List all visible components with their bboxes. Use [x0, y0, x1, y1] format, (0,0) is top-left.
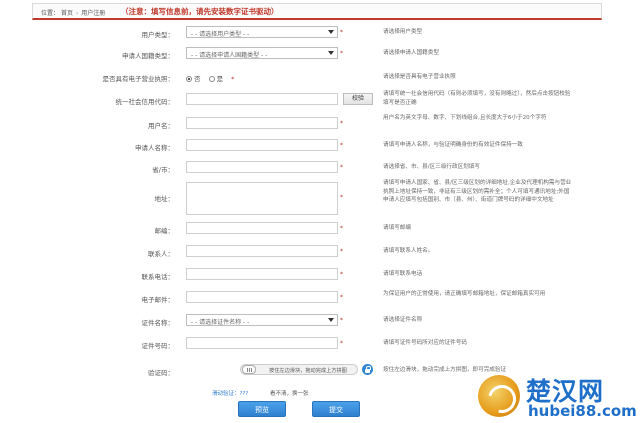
- phone-hint: 请填写联系电话: [383, 271, 423, 277]
- contact-input[interactable]: [186, 245, 338, 257]
- credit-code-input[interactable]: [186, 93, 338, 105]
- user-type-label: 用户类型：: [141, 31, 175, 39]
- username-input[interactable]: [186, 117, 338, 129]
- username-hint: 用户名为英文字母、数字、下划线组合,且长度大于6小于20个字符: [383, 115, 547, 121]
- e-license-option-yes[interactable]: 是: [208, 75, 224, 83]
- required-mark: *: [340, 50, 343, 57]
- contact-label: 联系人：: [148, 250, 174, 258]
- required-mark: *: [340, 248, 343, 255]
- nationality-value: - - 请选择申请人国籍类型 - -: [191, 52, 268, 59]
- breadcrumb: 位置： 首页 › 用户注册: [41, 8, 105, 17]
- watermark-url: hubei88.com: [528, 402, 637, 420]
- credit-code-label: 统一社会信用代码：: [115, 98, 175, 106]
- required-mark: *: [340, 194, 343, 201]
- e-license-radio-group: 否 是 *: [186, 73, 234, 83]
- nationality-hint: 请选择申请人国籍类型: [383, 50, 439, 56]
- required-mark: *: [340, 225, 343, 232]
- cert-name-value: - - 请选择证件名称 - -: [191, 319, 250, 326]
- required-mark: *: [340, 294, 343, 301]
- email-hint: 为保证用户的正常使用，请正确填写邮箱地址，保证邮箱真实可用: [383, 291, 546, 297]
- refresh-captcha-link[interactable]: 看不清，换一张: [270, 389, 309, 397]
- verify-credit-code-button[interactable]: 校验: [343, 93, 373, 105]
- user-type-value: - - 请选择用户类型 - -: [191, 31, 250, 38]
- breadcrumb-current: 用户注册: [81, 10, 106, 17]
- submit-button[interactable]: 提交: [312, 401, 360, 417]
- required-mark: *: [231, 75, 235, 83]
- preview-button[interactable]: 预览: [238, 401, 286, 417]
- required-mark: *: [340, 340, 343, 347]
- chevron-down-icon: [328, 51, 334, 55]
- breadcrumb-home-link[interactable]: 首页: [61, 10, 73, 17]
- slider-handle[interactable]: [242, 365, 256, 374]
- breadcrumb-separator: ›: [75, 10, 79, 17]
- captcha-slider[interactable]: 按住左边滑块，拖动完成上方拼图: [240, 364, 358, 375]
- province-city-input[interactable]: [186, 161, 338, 173]
- email-label: 电子邮件：: [141, 296, 175, 304]
- grip-icon: [247, 368, 252, 372]
- required-mark: *: [340, 29, 343, 36]
- credit-code-hint: 请填写统一社会信用代码（有则必须填写，没有则略过），然后点击按钮校验填写是否正确: [383, 91, 571, 106]
- cert-name-hint: 请选择证件名称: [383, 317, 423, 323]
- required-mark: *: [340, 120, 343, 127]
- lock-icon: [362, 364, 373, 375]
- user-type-hint: 请选择用户类型: [383, 29, 423, 35]
- captcha-label: 验证码：: [148, 369, 174, 377]
- address-hint: 请填写申请人国家、省、县/区三级区划的详细地址,企业及代理机构需与营业执照上地址…: [383, 180, 572, 203]
- e-license-hint: 请选择是否具有电子营业执照: [383, 74, 456, 80]
- radio-icon: [208, 76, 215, 82]
- e-license-label: 是否具有电子营业执照：: [102, 75, 175, 83]
- phone-input[interactable]: [186, 268, 338, 280]
- user-type-select[interactable]: - - 请选择用户类型 - -: [186, 26, 338, 38]
- contact-hint: 请填写联系人姓名。: [383, 248, 434, 254]
- radio-icon: [186, 76, 192, 82]
- nationality-select[interactable]: - - 请选择申请人国籍类型 - -: [186, 47, 338, 59]
- chevron-down-icon: [328, 318, 334, 322]
- province-city-label: 省/市：: [152, 166, 174, 174]
- username-label: 用户名：: [148, 122, 174, 130]
- e-license-option-no-label: 否: [194, 75, 201, 83]
- postcode-hint: 请填写邮编: [383, 225, 411, 231]
- captcha-status: 滑动验证：???: [212, 391, 249, 397]
- address-textarea[interactable]: [186, 182, 338, 215]
- email-input[interactable]: [186, 291, 338, 303]
- postcode-label: 邮编：: [154, 227, 175, 235]
- applicant-name-label: 申请人名称：: [135, 144, 174, 152]
- breadcrumb-location-label: 位置：: [41, 10, 60, 17]
- breadcrumb-bar: 位置： 首页 › 用户注册 （注意：填写信息前，请先安装数字证书驱动）: [32, 3, 602, 20]
- site-watermark: 楚汉网 hubei88.com: [478, 372, 638, 422]
- nationality-label: 申请人国籍类型：: [122, 52, 174, 60]
- required-mark: *: [340, 271, 343, 278]
- cert-number-label: 证件号码：: [141, 342, 175, 350]
- chevron-down-icon: [328, 30, 334, 34]
- driver-notice: （注意：填写信息前，请先安装数字证书驱动）: [121, 7, 279, 16]
- applicant-name-input[interactable]: [186, 139, 338, 151]
- cert-name-label: 证件名称：: [141, 319, 175, 327]
- e-license-option-no[interactable]: 否: [186, 75, 201, 83]
- watermark-logo-icon: [478, 375, 520, 417]
- required-mark: *: [340, 317, 343, 324]
- postcode-input[interactable]: [186, 222, 338, 234]
- required-mark: *: [340, 142, 343, 149]
- slider-instruction: 按住左边滑块，拖动完成上方拼图: [269, 368, 347, 374]
- e-license-option-yes-label: 是: [216, 75, 224, 83]
- phone-label: 联系电话：: [141, 273, 175, 281]
- required-mark: *: [340, 164, 343, 171]
- province-city-hint: 请选择省、市、县/区三级行政区划填写: [383, 164, 480, 170]
- cert-number-hint: 请填写证件号码所对应的证件号码: [383, 340, 467, 346]
- cert-number-input[interactable]: [186, 337, 338, 349]
- cert-name-select[interactable]: - - 请选择证件名称 - -: [186, 314, 338, 326]
- address-label: 地址：: [154, 195, 175, 203]
- applicant-name-hint: 请填写申请人名称，与验证明确身份的有效证件保持一致: [383, 142, 523, 148]
